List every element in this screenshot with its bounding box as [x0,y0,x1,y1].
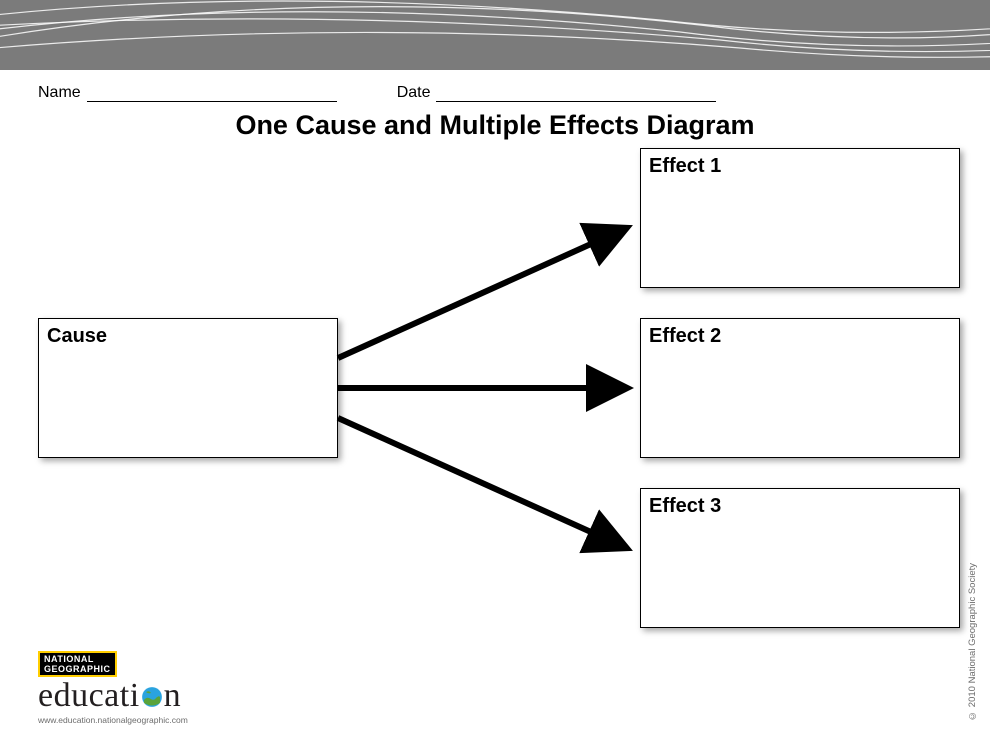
name-date-row: Name Date [38,84,716,102]
natgeo-logo-frame: NATIONAL GEOGRAPHIC [38,651,117,677]
name-label: Name [38,84,81,102]
cause-label: Cause [47,325,107,347]
page-title: One Cause and Multiple Effects Diagram [0,110,990,141]
wordmark-post: n [164,679,182,713]
brand-top: NATIONAL [44,654,111,664]
footer-url: www.education.nationalgeographic.com [38,715,188,725]
copyright-text: © 2010 National Geographic Society [967,563,978,721]
date-field-group: Date [397,84,717,102]
arrow-to-effect-1 [338,230,622,358]
header-banner [0,0,990,70]
brand-bottom: GEOGRAPHIC [44,664,111,674]
date-label: Date [397,84,431,102]
name-input-line[interactable] [87,88,337,102]
name-field-group: Name [38,84,337,102]
wordmark-pre: educati [38,679,140,713]
effect-3-label: Effect 3 [649,495,721,517]
footer: NATIONAL GEOGRAPHIC educati n www.educat… [38,649,188,725]
education-wordmark: educati n [38,679,188,713]
date-input-line[interactable] [436,88,716,102]
effect-3-box[interactable]: Effect 3 [640,488,960,628]
effect-2-label: Effect 2 [649,325,721,347]
cause-box[interactable]: Cause [38,318,338,458]
arrow-to-effect-3 [338,418,622,546]
globe-icon [141,681,163,703]
effect-2-box[interactable]: Effect 2 [640,318,960,458]
effect-1-label: Effect 1 [649,155,721,177]
effect-1-box[interactable]: Effect 1 [640,148,960,288]
